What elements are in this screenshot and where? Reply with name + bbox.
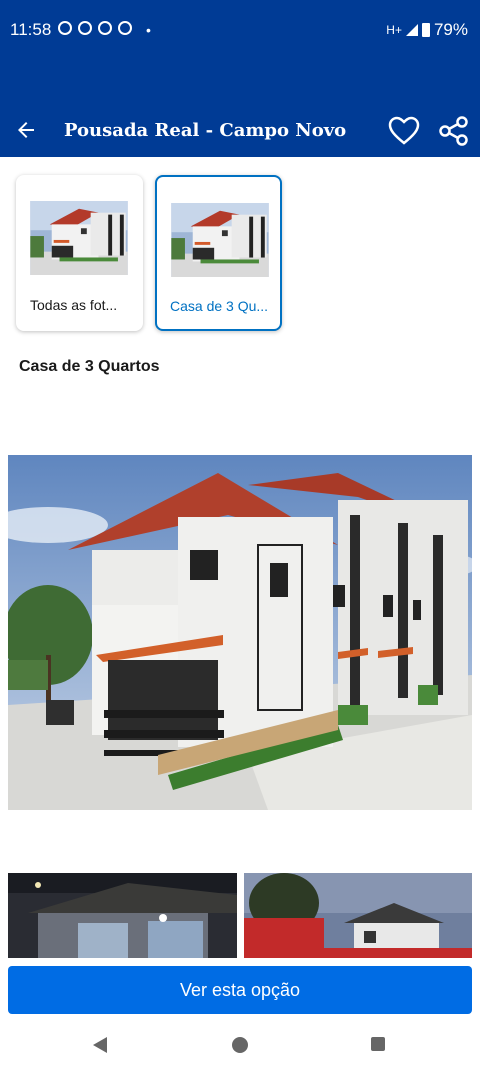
section-title: Casa de 3 Quartos [19,358,160,375]
category-thumbnail-image [30,201,128,275]
category-3-bedroom-house[interactable]: Casa de 3 Qu... [155,175,282,331]
status-indicators: H+ 79% [386,20,468,40]
share-icon[interactable] [438,116,470,146]
chat-bubble-icon [98,21,112,35]
gallery-photo[interactable] [244,873,472,958]
notification-icons [58,21,132,35]
battery-icon [421,23,430,37]
system-recents-icon[interactable] [371,1037,385,1051]
back-arrow-icon[interactable] [14,118,38,142]
category-label: Todas as fot... [30,297,118,313]
page-title: Pousada Real - Campo Novo [64,120,347,141]
main-photo[interactable] [8,455,472,810]
category-thumbnail-image [171,203,269,277]
system-home-icon[interactable] [232,1037,248,1053]
system-back-icon[interactable] [93,1037,107,1053]
photo-category-carousel: Todas as fot... Casa de 3 Qu... [16,175,282,331]
battery-level: 79% [433,20,468,39]
heart-icon[interactable] [388,116,420,146]
status-time: 11:58 [10,20,52,39]
status-bar: 11:58 • H+ 79% [0,0,480,60]
system-navigation-bar [0,1020,480,1067]
category-all-photos[interactable]: Todas as fot... [16,175,143,331]
category-label: Casa de 3 Qu... [170,298,269,314]
app-bar: Pousada Real - Campo Novo [0,60,480,157]
network-type: H+ [386,23,402,37]
gallery-photo[interactable] [8,873,237,958]
signal-icon [405,24,418,36]
select-option-button[interactable]: Ver esta opção [8,966,472,1014]
facebook-icon [118,21,132,35]
more-notifications-dot: • [146,22,151,38]
chat-bubble-icon [78,21,92,35]
whatsapp-icon [58,21,72,35]
